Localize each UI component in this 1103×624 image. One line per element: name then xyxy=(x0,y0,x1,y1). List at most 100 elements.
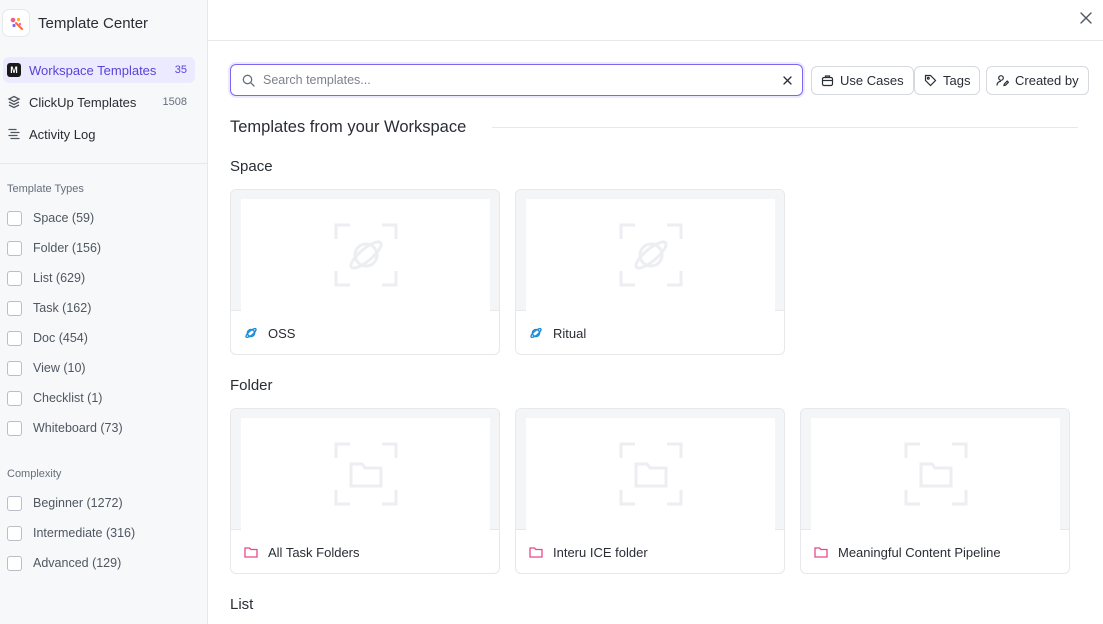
top-bar xyxy=(208,0,1103,41)
card-footer: All Task Folders xyxy=(231,531,499,573)
card-title: Interu ICE folder xyxy=(553,544,648,560)
sidebar-item-workspace-templates[interactable]: M Workspace Templates 35 xyxy=(3,57,195,83)
search-input[interactable] xyxy=(263,73,780,87)
filter-label: Task (162) xyxy=(33,301,92,315)
section-divider xyxy=(492,127,1078,128)
tag-icon xyxy=(924,74,937,87)
filter-complexity-advanced[interactable]: Advanced (129) xyxy=(7,553,121,573)
sidebar-item-label: Activity Log xyxy=(29,126,96,142)
sidebar-divider xyxy=(0,163,207,164)
close-icon xyxy=(1080,12,1092,24)
use-cases-label: Use Cases xyxy=(840,73,904,88)
card-preview xyxy=(516,190,784,311)
template-card[interactable]: Meaningful Content Pipeline xyxy=(800,408,1070,574)
complexity-heading: Complexity xyxy=(7,468,62,480)
sidebar-item-count: 1508 xyxy=(162,96,187,108)
card-footer: Interu ICE folder xyxy=(516,531,784,573)
app-title: Template Center xyxy=(38,14,149,32)
card-title: All Task Folders xyxy=(268,544,360,560)
filter-type-whiteboard[interactable]: Whiteboard (73) xyxy=(7,418,123,438)
filter-label: View (10) xyxy=(33,361,86,375)
filter-label: Doc (454) xyxy=(33,331,88,345)
folder-placeholder-icon xyxy=(619,442,682,506)
filter-complexity-beginner[interactable]: Beginner (1272) xyxy=(7,493,123,513)
main-content: Use Cases Tags Created by Templates from… xyxy=(208,0,1103,624)
group-title-space: Space xyxy=(230,158,273,175)
filter-type-checklist[interactable]: Checklist (1) xyxy=(7,388,102,408)
filter-label: Advanced (129) xyxy=(33,556,122,570)
filter-label: Whiteboard (73) xyxy=(33,421,123,435)
checkbox[interactable] xyxy=(7,300,22,316)
checkbox[interactable] xyxy=(7,555,22,571)
filter-label: Space (59) xyxy=(33,211,95,225)
user-edit-icon xyxy=(996,75,1009,87)
checkbox[interactable] xyxy=(7,495,22,511)
sidebar-item-clickup-templates[interactable]: ClickUp Templates 1508 xyxy=(3,89,195,115)
filter-complexity-intermediate[interactable]: Intermediate (316) xyxy=(7,523,135,543)
template-card[interactable]: All Task Folders xyxy=(230,408,500,574)
filter-label: Checklist (1) xyxy=(33,391,103,405)
card-footer: Ritual xyxy=(516,312,784,354)
section-title: Templates from your Workspace xyxy=(230,118,467,136)
filter-type-task[interactable]: Task (162) xyxy=(7,298,91,318)
checkbox[interactable] xyxy=(7,210,22,226)
card-title: OSS xyxy=(268,325,296,341)
checkbox[interactable] xyxy=(7,420,22,436)
checkbox[interactable] xyxy=(7,330,22,346)
card-preview xyxy=(231,190,499,311)
template-card[interactable]: OSS xyxy=(230,189,500,355)
template-types-heading: Template Types xyxy=(7,183,84,195)
filter-label: List (629) xyxy=(33,271,86,285)
filter-label: Folder (156) xyxy=(33,241,102,255)
template-center-logo-icon xyxy=(2,9,30,37)
space-planet-icon xyxy=(529,326,543,340)
space-planet-icon xyxy=(244,326,258,340)
checkbox[interactable] xyxy=(7,240,22,256)
group-title-list: List xyxy=(230,596,254,613)
created-by-label: Created by xyxy=(1015,73,1079,88)
sidebar-item-label: Workspace Templates xyxy=(29,62,157,78)
activity-log-icon xyxy=(7,127,21,141)
card-preview xyxy=(231,409,499,530)
card-title: Ritual xyxy=(553,325,587,341)
use-cases-filter-button[interactable]: Use Cases xyxy=(811,66,914,95)
folder-icon xyxy=(814,545,828,559)
checkbox[interactable] xyxy=(7,270,22,286)
card-preview xyxy=(801,409,1069,530)
space-placeholder-icon xyxy=(334,223,397,287)
clear-icon xyxy=(782,75,792,85)
folder-icon xyxy=(244,545,258,559)
sidebar-item-count: 35 xyxy=(174,64,187,76)
filter-label: Beginner (1272) xyxy=(33,496,123,510)
tags-label: Tags xyxy=(943,73,971,88)
checkbox[interactable] xyxy=(7,360,22,376)
filter-type-folder[interactable]: Folder (156) xyxy=(7,238,101,258)
folder-placeholder-icon xyxy=(904,442,967,506)
card-footer: OSS xyxy=(231,312,499,354)
filter-type-view[interactable]: View (10) xyxy=(7,358,86,378)
checkbox[interactable] xyxy=(7,525,22,541)
filter-label: Intermediate (316) xyxy=(33,526,136,540)
folder-placeholder-icon xyxy=(334,442,397,506)
clear-search-button[interactable] xyxy=(780,73,794,87)
tags-filter-button[interactable]: Tags xyxy=(914,66,981,95)
card-title: Meaningful Content Pipeline xyxy=(838,544,1001,560)
search-box[interactable] xyxy=(230,64,803,96)
folder-icon xyxy=(529,545,543,559)
workspace-m-badge-icon: M xyxy=(7,63,21,77)
filter-type-list[interactable]: List (629) xyxy=(7,268,85,288)
filter-type-doc[interactable]: Doc (454) xyxy=(7,328,88,348)
template-card[interactable]: Ritual xyxy=(515,189,785,355)
checkbox[interactable] xyxy=(7,390,22,406)
group-title-folder: Folder xyxy=(230,377,273,394)
close-button[interactable] xyxy=(1077,9,1095,27)
search-icon xyxy=(242,74,255,87)
sidebar-item-activity-log[interactable]: Activity Log xyxy=(3,121,195,147)
sidebar-item-label: ClickUp Templates xyxy=(29,94,137,110)
sidebar: Template Center M Workspace Templates 35… xyxy=(0,0,208,624)
template-card[interactable]: Interu ICE folder xyxy=(515,408,785,574)
sidebar-header: Template Center xyxy=(0,0,207,46)
filter-type-space[interactable]: Space (59) xyxy=(7,208,94,228)
created-by-filter-button[interactable]: Created by xyxy=(986,66,1089,95)
layers-icon xyxy=(7,95,21,109)
